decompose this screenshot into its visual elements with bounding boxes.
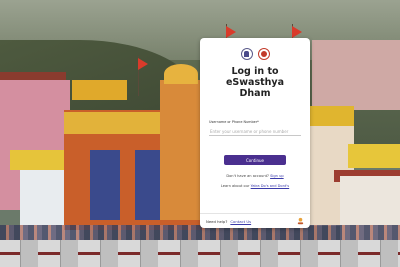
contact-us-link[interactable]: Contact Us: [230, 219, 251, 224]
temple-window: [90, 150, 120, 220]
flag: [226, 26, 236, 38]
fence-post: [260, 240, 278, 267]
fence-post: [60, 240, 78, 267]
building-right-top: [312, 40, 400, 110]
login-card: Log in to eSwasthya Dham Username or Pho…: [200, 38, 310, 228]
india-emblem-icon: [240, 48, 253, 60]
help-bar: Need help? Contact Us: [200, 213, 310, 228]
signup-link[interactable]: Sign up: [270, 174, 284, 178]
flag: [292, 26, 302, 38]
learn-prompt: Learn about our: [220, 184, 250, 188]
help-prompt: Need help?: [206, 218, 228, 224]
temple-spire: [164, 64, 198, 84]
username-input[interactable]: [209, 127, 301, 136]
logo-row: [209, 48, 301, 60]
continue-button[interactable]: Continue: [224, 155, 286, 165]
fence-post: [100, 240, 118, 267]
fence-post: [20, 240, 38, 267]
building-right-roof: [308, 106, 354, 128]
fence-post: [380, 240, 398, 267]
brand-mark-icon: [297, 217, 304, 225]
temple-tower: [160, 80, 202, 220]
fence: [0, 240, 400, 267]
fence-post: [220, 240, 238, 267]
page-title: Log in to eSwasthya Dham: [225, 66, 285, 99]
fence-post: [340, 240, 358, 267]
learn-row: Learn about our Yatra Do's and Dont's: [209, 184, 301, 188]
building-right-yellow: [348, 144, 400, 168]
yatra-guidelines-link[interactable]: Yatra Do's and Dont's: [251, 184, 290, 188]
flag: [138, 58, 148, 70]
signup-row: Don't have an account? Sign up: [209, 174, 301, 178]
fence-post: [300, 240, 318, 267]
signup-prompt: Don't have an account?: [226, 174, 269, 178]
username-label: Username or Phone Number*: [209, 120, 259, 124]
temple-roof: [72, 80, 127, 100]
state-seal-icon: [257, 48, 270, 60]
fence-post: [180, 240, 198, 267]
fence-post: [140, 240, 158, 267]
